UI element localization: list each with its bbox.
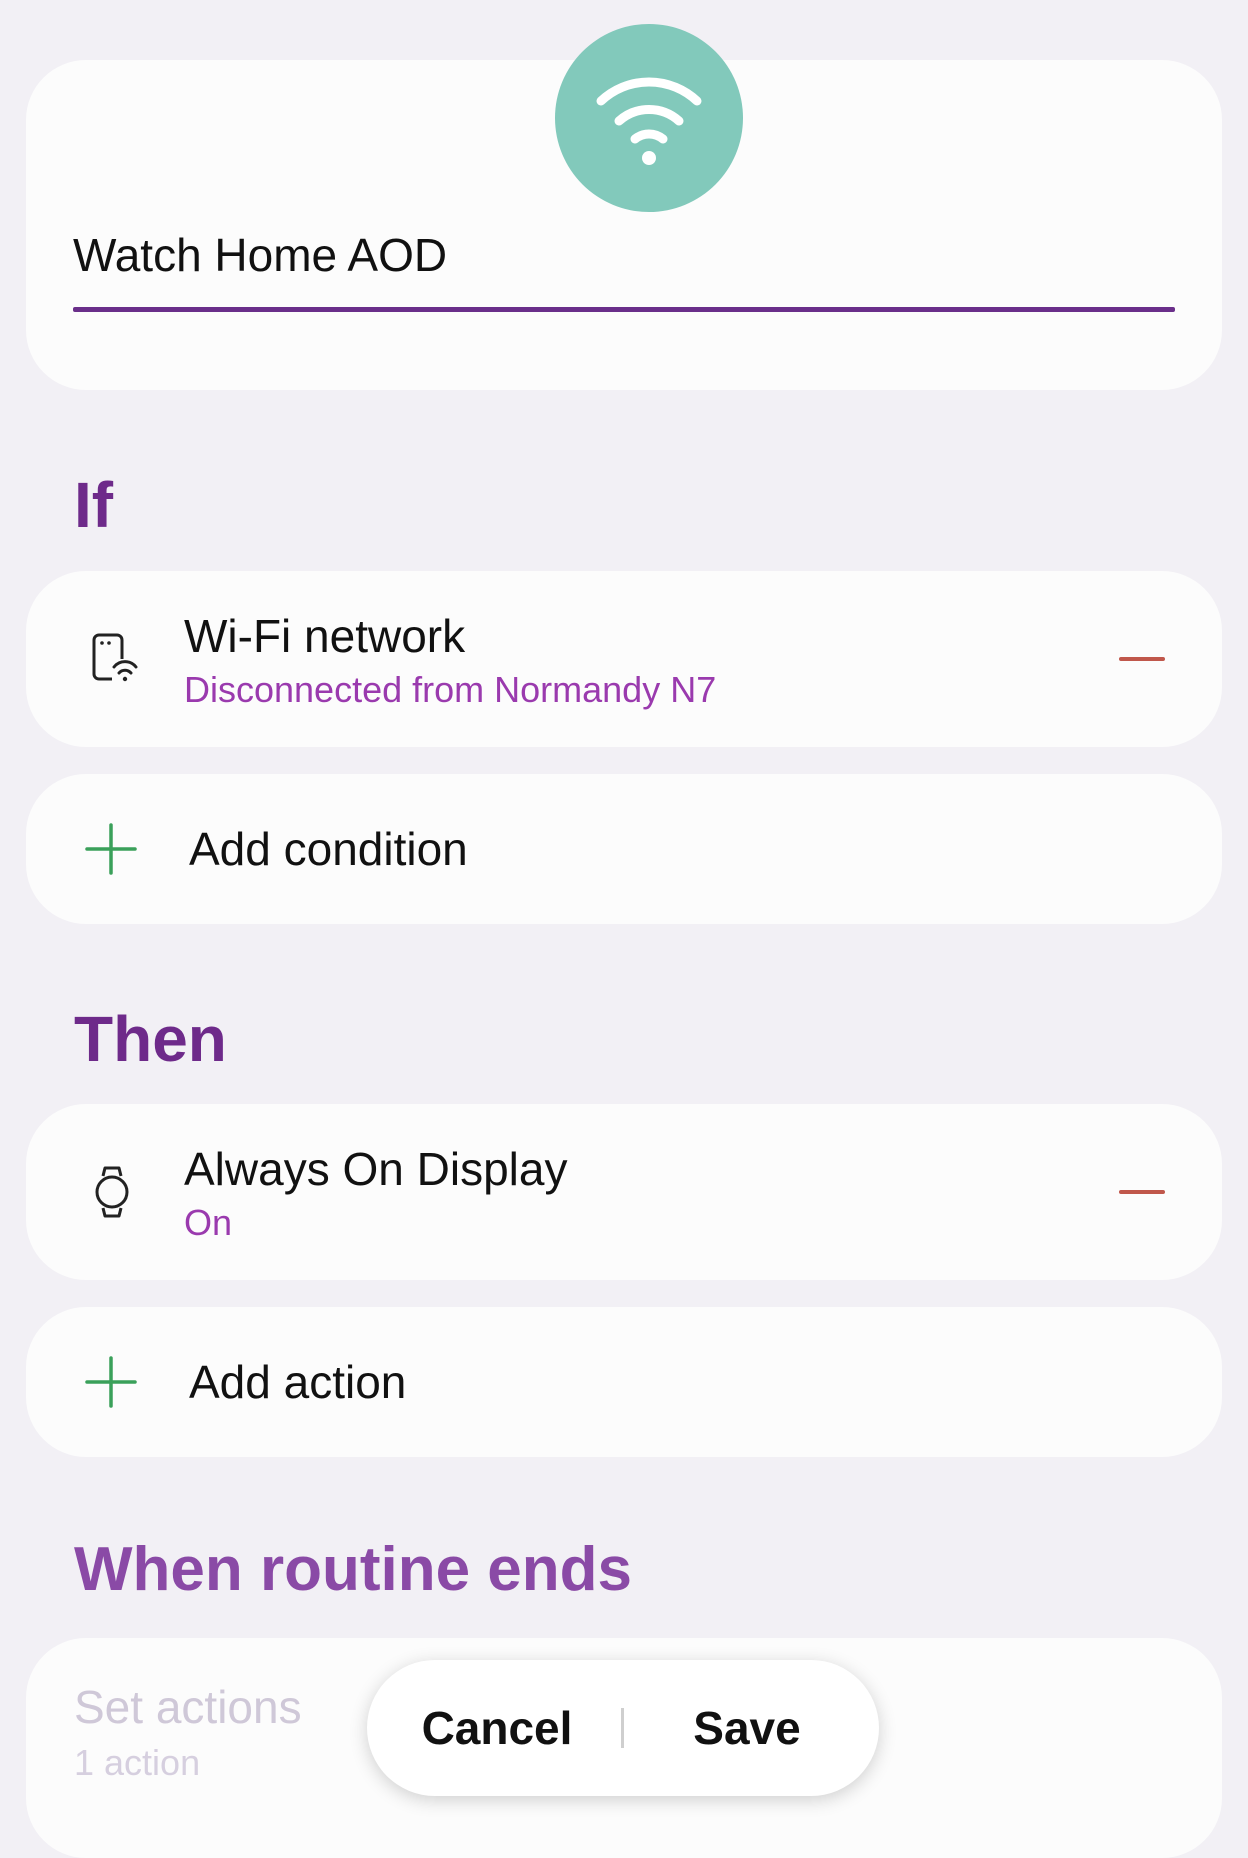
condition-card-wifi[interactable]: Wi-Fi network Disconnected from Normandy…: [26, 571, 1222, 747]
routine-icon-button[interactable]: [555, 24, 743, 212]
watch-icon: [95, 1166, 129, 1218]
plus-icon: [85, 1356, 137, 1408]
remove-condition-button[interactable]: [1112, 631, 1172, 687]
routine-name-input[interactable]: [73, 220, 1175, 290]
condition-subtitle: Disconnected from Normandy N7: [184, 669, 717, 710]
plus-icon: [85, 823, 137, 875]
cancel-button[interactable]: Cancel: [397, 1660, 597, 1796]
set-actions-title: Set actions: [74, 1681, 302, 1733]
when-routine-ends-heading: When routine ends: [74, 1535, 632, 1604]
if-heading: If: [74, 469, 114, 541]
add-action-button[interactable]: Add action: [26, 1307, 1222, 1457]
phone-wifi-icon: [92, 633, 138, 683]
add-condition-button[interactable]: Add condition: [26, 774, 1222, 924]
add-condition-label: Add condition: [189, 823, 468, 875]
remove-action-button[interactable]: [1112, 1164, 1172, 1220]
bottom-action-bar: Cancel Save: [367, 1660, 879, 1796]
then-heading: Then: [74, 1003, 227, 1075]
minus-icon: [1119, 657, 1165, 661]
end-actions-count: 1 action: [74, 1742, 201, 1783]
minus-icon: [1119, 1190, 1165, 1194]
action-title: Always On Display: [184, 1143, 568, 1195]
action-card-aod[interactable]: Always On Display On: [26, 1104, 1222, 1280]
save-button[interactable]: Save: [647, 1660, 847, 1796]
wifi-icon: [596, 77, 702, 165]
name-input-underline: [73, 307, 1175, 312]
routine-name-card: [26, 24, 1222, 390]
add-action-label: Add action: [189, 1356, 407, 1408]
bar-divider: [621, 1708, 624, 1748]
condition-title: Wi-Fi network: [184, 610, 466, 662]
action-subtitle: On: [184, 1202, 233, 1243]
